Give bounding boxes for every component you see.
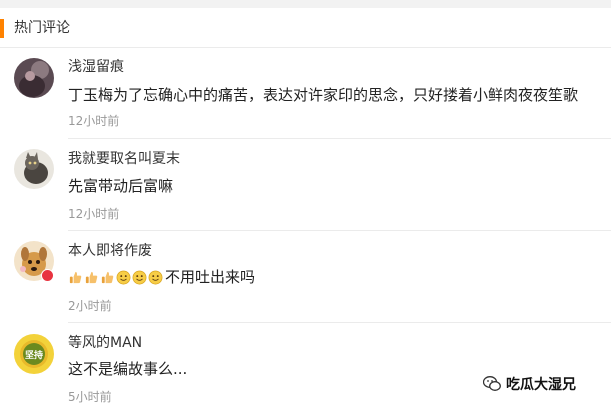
comment-time: 2小时前 — [68, 299, 112, 313]
verified-badge-icon — [41, 269, 54, 282]
username[interactable]: 本人即将作废 — [68, 242, 152, 260]
avatar[interactable]: 坚持 — [14, 334, 54, 374]
smile-icon — [116, 270, 131, 284]
avatar[interactable] — [14, 58, 54, 98]
username[interactable]: 等风的MAN — [68, 334, 142, 352]
section-title: 热门评论 — [14, 20, 70, 36]
comment-time: 12小时前 — [68, 114, 120, 128]
smile-icon — [148, 270, 163, 284]
avatar[interactable] — [14, 149, 54, 189]
comment-item: 我就要取名叫夏末 先富带动后富嘛 12小时前 — [0, 139, 611, 231]
thumbs-up-icon — [101, 271, 114, 283]
wechat-icon — [483, 376, 501, 391]
smile-icon — [132, 270, 147, 284]
comment-text: 不用吐出来吗 — [165, 268, 256, 286]
username[interactable]: 我就要取名叫夏末 — [68, 150, 180, 168]
avatar-text: 坚持 — [25, 349, 43, 361]
thumbs-up-icon — [85, 271, 98, 283]
thumbs-up-icon — [69, 271, 82, 283]
comment-item: 浅湿留痕 丁玉梅为了忘确心中的痛苦，表达对许家印的思念，只好搂着小鲜肉夜夜笙歌 … — [0, 49, 611, 139]
comment-time: 12小时前 — [68, 207, 120, 221]
comment-text-with-emoji: 不用吐出来吗 — [68, 267, 255, 287]
username[interactable]: 浅湿留痕 — [68, 58, 124, 76]
top-strip — [0, 0, 611, 8]
comment-text: 先富带动后富嘛 — [68, 177, 174, 195]
watermark: 吃瓜大湿兄 — [483, 374, 576, 394]
hot-comments-header: 热门评论 — [0, 8, 611, 48]
comment-text: 这不是编故事么... — [68, 360, 188, 378]
comment-item: 坚持 等风的MAN 这不是编故事么... 5小时前 — [0, 323, 611, 411]
comment-time: 5小时前 — [68, 390, 112, 404]
accent-bar — [0, 19, 4, 38]
watermark-text: 吃瓜大湿兄 — [506, 377, 576, 393]
comment-text: 丁玉梅为了忘确心中的痛苦，表达对许家印的思念，只好搂着小鲜肉夜夜笙歌 — [68, 86, 579, 104]
